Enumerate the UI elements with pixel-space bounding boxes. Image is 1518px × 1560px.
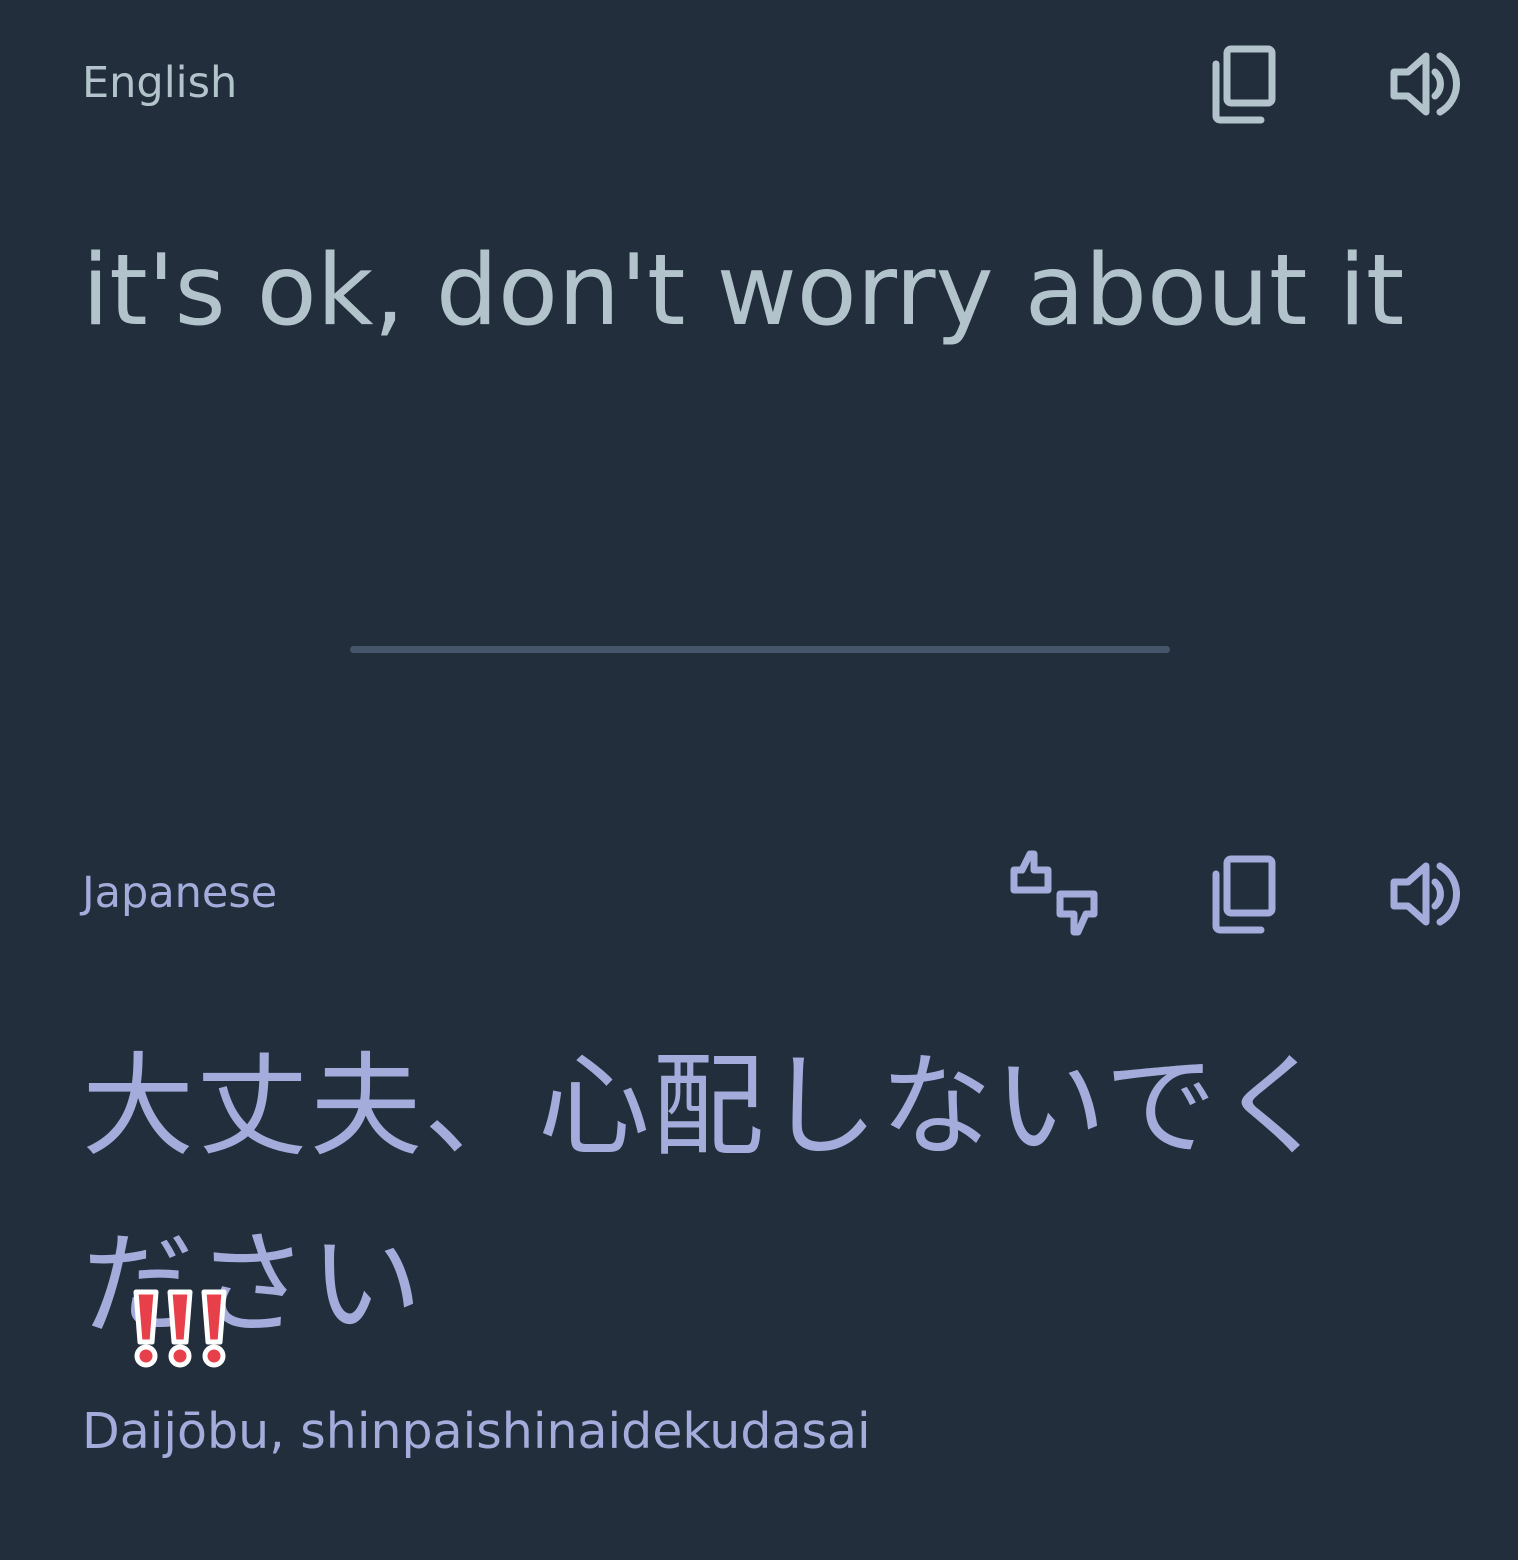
source-copy-button[interactable] (1196, 36, 1292, 132)
source-text[interactable]: it's ok, don't worry about it (82, 216, 1452, 366)
copy-icon (1212, 45, 1276, 124)
speaker-icon (1390, 862, 1460, 926)
source-language-label: English (82, 58, 238, 108)
copy-icon (1212, 855, 1276, 934)
exclamation-marks-emoji (133, 1289, 227, 1368)
target-text[interactable]: 大丈夫、心配しないでください (82, 1018, 1422, 1374)
romanization-text: Daijōbu, shinpaishinaidekudasai (82, 1403, 871, 1460)
target-language-label: Japanese (82, 868, 278, 918)
speaker-icon (1390, 52, 1460, 116)
exclamation-mark (167, 1289, 193, 1368)
exclamation-mark (133, 1289, 159, 1368)
source-listen-button[interactable] (1376, 36, 1472, 132)
exclamation-mark (201, 1289, 227, 1368)
rate-translation-icon (1010, 850, 1098, 936)
rate-translation-button[interactable] (1006, 846, 1102, 942)
target-listen-button[interactable] (1376, 846, 1472, 942)
panel-divider (350, 646, 1170, 653)
target-copy-button[interactable] (1196, 846, 1292, 942)
